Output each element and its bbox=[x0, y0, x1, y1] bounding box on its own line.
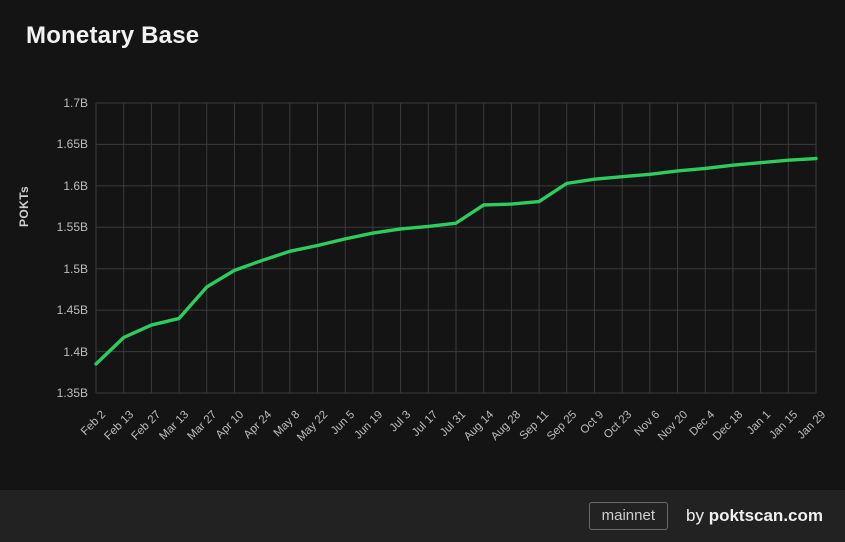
x-axis-ticks: Feb 2 Feb 13 Feb 27 Mar 13 Mar 27 Apr 10 Apr 2… bbox=[0, 0, 845, 542]
footer-brand-link[interactable]: poktscan.com bbox=[709, 506, 823, 525]
monetary-base-chart-card: Monetary Base POKTs 1.35B 1.4B 1.45B 1.5B 1.… bbox=[0, 0, 845, 542]
network-badge[interactable]: mainnet bbox=[588, 502, 668, 530]
footer-credit: by poktscan.com bbox=[686, 506, 823, 526]
footer-credit-prefix: by bbox=[686, 506, 709, 525]
chart-footer: mainnet by poktscan.com bbox=[0, 490, 845, 542]
